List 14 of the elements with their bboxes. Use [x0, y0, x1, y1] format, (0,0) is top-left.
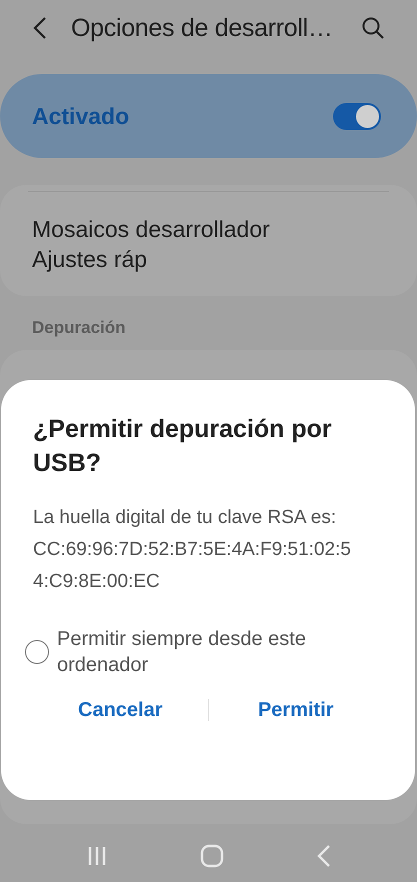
- screen-title: Opciones de desarroll…: [71, 14, 334, 42]
- search-icon[interactable]: [361, 16, 385, 40]
- back-icon[interactable]: [33, 16, 47, 40]
- dialog-title: ¿Permitir depuración por USB?: [33, 414, 333, 479]
- checkbox[interactable]: [25, 640, 49, 664]
- switch-label: Activado: [32, 102, 130, 130]
- dialog-button[interactable]: Permitir: [208, 692, 383, 728]
- toggle-switch[interactable]: [333, 102, 381, 130]
- setting-item[interactable]: Mosaicos desarrollador Ajustes ráp: [32, 214, 332, 274]
- checkbox-label[interactable]: Permitir siempre desde este ordenador: [57, 626, 383, 678]
- section-header: Depuración: [31, 317, 127, 339]
- dialog-message: La huella digital de tu clave RSA es:: [33, 506, 338, 530]
- rsa-fingerprint: CC:69:96:7D:52:B7:5E:4A:F9:51:02:54:C9:8E:00:EC: [33, 538, 352, 594]
- dialog-button[interactable]: Cancelar: [33, 692, 208, 728]
